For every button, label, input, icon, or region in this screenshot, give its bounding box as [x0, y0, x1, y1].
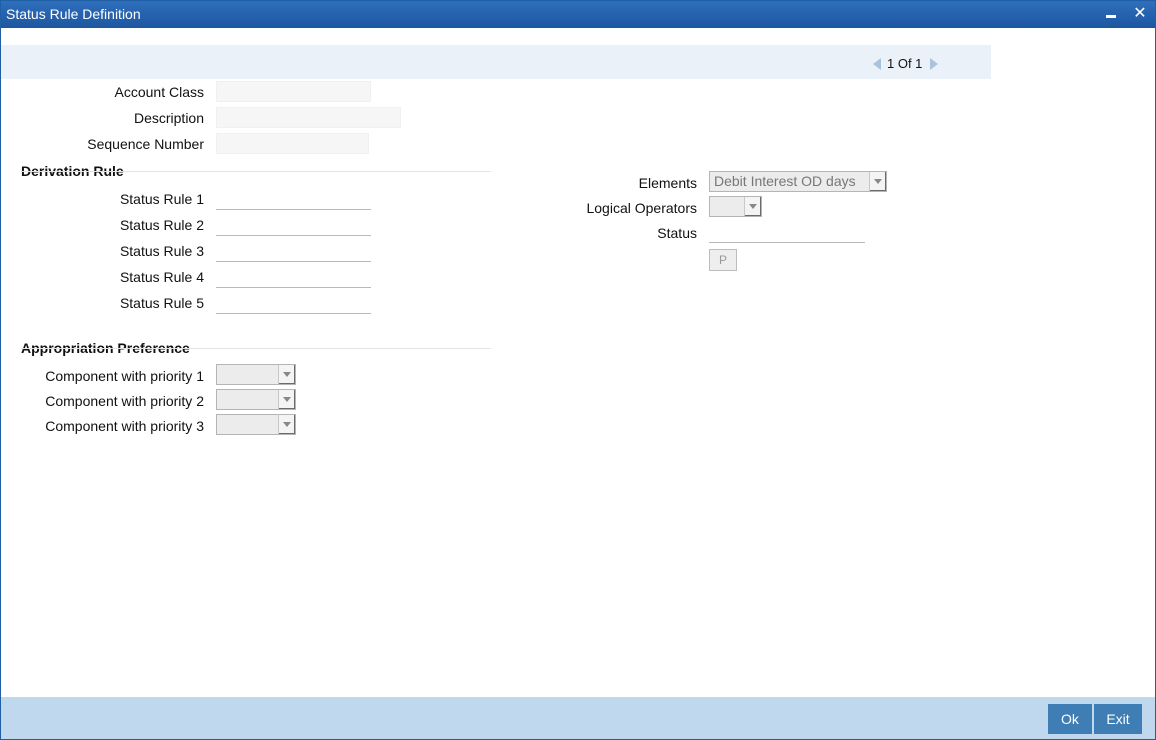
- account-class-field[interactable]: [216, 81, 371, 102]
- derivation-rule-divider: [21, 171, 491, 172]
- logical-operators-label: Logical Operators: [586, 200, 697, 216]
- sequence-number-label: Sequence Number: [87, 136, 204, 152]
- previous-record-icon[interactable]: [873, 57, 881, 70]
- record-navigation-band: 1 Of 1: [1, 45, 991, 79]
- status-rule-1-label: Status Rule 1: [119, 191, 204, 207]
- description-label: Description: [133, 110, 204, 126]
- elements-label: Elements: [638, 175, 697, 191]
- appropriation-preference-divider: [21, 348, 491, 349]
- status-rule-5-label: Status Rule 5: [119, 295, 204, 311]
- account-class-label: Account Class: [114, 84, 204, 100]
- footer-bar: Ok Exit: [1, 697, 1155, 739]
- component-priority-2-label: Component with priority 2: [45, 393, 204, 409]
- status-rule-1-input[interactable]: [216, 188, 371, 210]
- chevron-down-icon[interactable]: [278, 390, 295, 409]
- component-priority-2-select[interactable]: [216, 389, 296, 410]
- status-rule-4-label: Status Rule 4: [119, 269, 204, 285]
- component-priority-1-label: Component with priority 1: [45, 368, 204, 384]
- status-rule-2-label: Status Rule 2: [119, 217, 204, 233]
- sequence-number-field[interactable]: [216, 133, 369, 154]
- close-icon[interactable]: ✕: [1131, 5, 1149, 23]
- chevron-down-icon[interactable]: [278, 365, 295, 384]
- status-rule-3-input[interactable]: [216, 240, 371, 262]
- status-rule-4-input[interactable]: [216, 266, 371, 288]
- populate-button[interactable]: P: [709, 249, 737, 271]
- exit-button[interactable]: Exit: [1094, 704, 1142, 734]
- pager: 1 Of 1: [873, 56, 939, 71]
- component-priority-1-select[interactable]: [216, 364, 296, 385]
- status-rule-2-input[interactable]: [216, 214, 371, 236]
- status-rule-3-label: Status Rule 3: [119, 243, 204, 259]
- next-record-icon[interactable]: [930, 57, 939, 70]
- elements-selected-value: Debit Interest OD days: [714, 173, 856, 189]
- status-label: Status: [657, 225, 697, 241]
- status-rule-5-input[interactable]: [216, 292, 371, 314]
- elements-select[interactable]: Debit Interest OD days: [709, 171, 887, 192]
- chevron-down-icon[interactable]: [869, 172, 886, 191]
- description-field[interactable]: [216, 107, 401, 128]
- chevron-down-icon[interactable]: [744, 197, 761, 216]
- status-rule-definition-window: Status Rule Definition ✕ 1 Of 1 Account …: [0, 0, 1156, 740]
- minimize-icon[interactable]: [1102, 5, 1120, 23]
- component-priority-3-select[interactable]: [216, 414, 296, 435]
- ok-button[interactable]: Ok: [1048, 704, 1092, 734]
- pager-text: 1 Of 1: [887, 56, 923, 71]
- chevron-down-icon[interactable]: [278, 415, 295, 434]
- window-title: Status Rule Definition: [6, 6, 141, 22]
- logical-operators-select[interactable]: [709, 196, 762, 217]
- status-input[interactable]: [709, 221, 865, 243]
- component-priority-3-label: Component with priority 3: [45, 418, 204, 434]
- title-bar[interactable]: Status Rule Definition ✕: [1, 1, 1155, 28]
